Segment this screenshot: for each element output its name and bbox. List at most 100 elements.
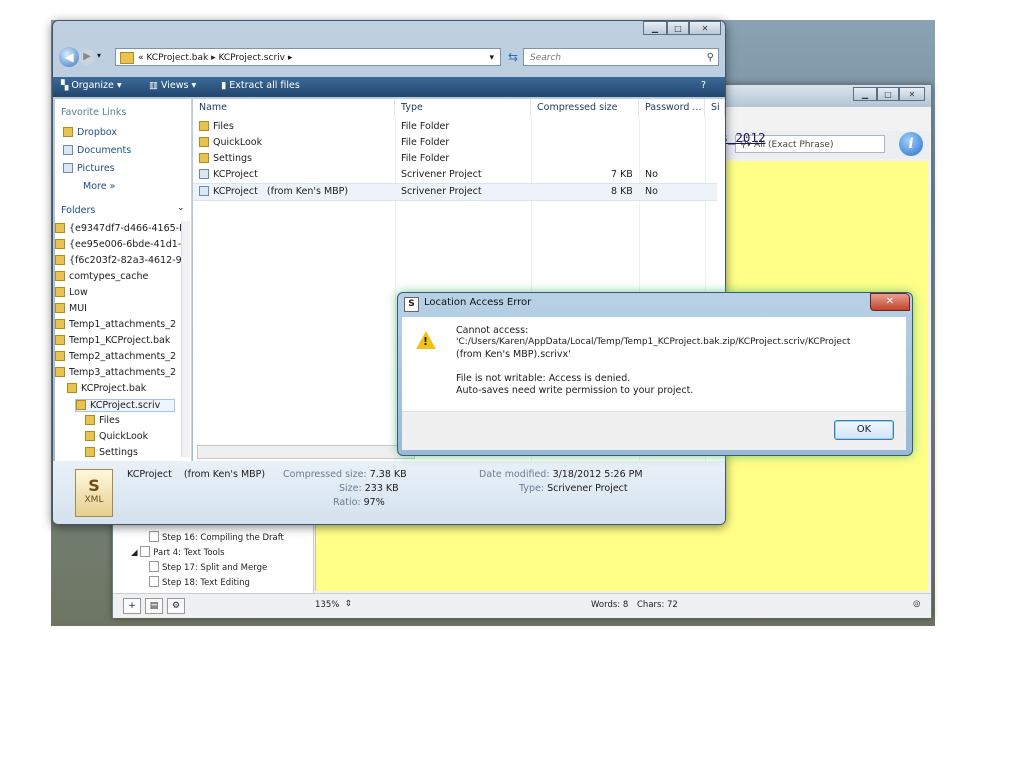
error-hint: Auto-saves need write permission to your…: [456, 385, 694, 396]
tree-item[interactable]: Temp3_attachments_2: [55, 367, 181, 378]
details-pane: S XML KCProject (from Ken's MBP) Compres…: [53, 461, 725, 524]
binder-item[interactable]: ◢ Part 4: Text Tools: [131, 546, 225, 558]
scrivener-status-bar: + ▤ ⚙ 135% ⇕ Words: 8 Chars: 72 ◎: [113, 593, 931, 618]
tree-item[interactable]: {f6c203f2-82a3-4612-9: [55, 255, 181, 266]
chevron-down-icon[interactable]: ⌄: [177, 203, 185, 213]
scrivener-app-icon: S: [404, 297, 419, 312]
folder-icon: [199, 137, 209, 147]
forward-button[interactable]: ▶: [79, 49, 95, 65]
tree-item[interactable]: Temp1_KCProject.bak: [55, 335, 181, 346]
error-reason: File is not writable: Access is denied.: [456, 373, 631, 384]
location-access-error-dialog: S Location Access Error ✕ ! Cannot acces…: [397, 292, 913, 456]
word-count: Words: 8: [591, 600, 629, 610]
file-row[interactable]: Settings File Folder: [193, 151, 717, 167]
date-modified-value: 3/18/2012 5:26 PM: [552, 469, 643, 480]
tree-item[interactable]: QuickLook: [85, 431, 181, 442]
document-icon: [149, 531, 159, 542]
tree-item[interactable]: {ee95e006-6bde-41d1-: [55, 239, 181, 250]
close-button[interactable]: ✕: [870, 293, 910, 311]
file-row[interactable]: QuickLook File Folder: [193, 135, 717, 151]
add-folder-icon[interactable]: ▤: [145, 598, 163, 614]
error-path-continued: (from Ken's MBP).scrivx': [456, 349, 571, 360]
close-button[interactable]: ✕: [689, 21, 721, 35]
help-icon[interactable]: ?: [701, 80, 706, 91]
binder-item[interactable]: Step 17: Split and Merge: [149, 561, 267, 573]
address-dropdown-icon[interactable]: ▾: [489, 49, 494, 67]
inspector-info-icon[interactable]: i: [899, 132, 923, 156]
search-icon: ⚲: [706, 52, 714, 63]
tree-item[interactable]: Temp1_attachments_2: [55, 319, 181, 330]
scrivener-xml-file-icon: S XML: [75, 469, 113, 517]
back-button[interactable]: ◀: [59, 47, 79, 67]
target-icon[interactable]: ◎: [913, 599, 920, 609]
extract-all-button[interactable]: ▮ Extract all files: [221, 80, 300, 91]
tree-item-selected[interactable]: KCProject.scriv: [75, 399, 175, 412]
breadcrumb-separator-icon: ▸: [287, 53, 293, 63]
binder-item[interactable]: Step 16: Compiling the Draft: [149, 531, 284, 543]
document-icon: [149, 561, 159, 572]
compressed-size-value: 7.38 KB: [369, 469, 407, 480]
tree-item[interactable]: MUI: [55, 303, 181, 314]
file-row-selected[interactable]: KCProject (from Ken's MBP) Scrivener Pro…: [193, 183, 717, 201]
folder-icon: [199, 121, 209, 131]
selected-file-name: KCProject (from Ken's MBP): [127, 469, 266, 480]
gear-icon[interactable]: ⚙: [167, 598, 185, 614]
zoom-level[interactable]: 135%: [315, 600, 339, 610]
folder-tree-scrollbar[interactable]: [181, 221, 190, 457]
zoom-stepper-icon[interactable]: ⇕: [345, 599, 352, 609]
file-list-horizontal-scrollbar[interactable]: [197, 445, 415, 459]
tree-item[interactable]: Files: [85, 415, 181, 426]
dialog-body: ! Cannot access: 'C:/Users/Karen/AppData…: [402, 317, 906, 411]
favorite-links-header: Favorite Links: [61, 107, 127, 118]
history-dropdown-icon[interactable]: ▾: [97, 51, 101, 60]
tree-item[interactable]: Low: [55, 287, 181, 298]
dialog-title: Location Access Error: [424, 297, 532, 308]
add-document-icon[interactable]: +: [123, 598, 141, 614]
tree-item[interactable]: {e9347df7-d466-4165-I: [55, 223, 181, 234]
minimize-button[interactable]: ▁: [853, 87, 877, 101]
favorite-link-pictures[interactable]: Pictures: [63, 163, 115, 174]
minimize-button[interactable]: ▁: [643, 21, 667, 35]
ok-button[interactable]: OK: [834, 420, 894, 440]
ratio-value: 97%: [363, 497, 385, 508]
file-row[interactable]: Files File Folder: [193, 119, 717, 135]
favorite-link-dropbox[interactable]: Dropbox: [63, 127, 117, 138]
favorite-link-documents[interactable]: Documents: [63, 145, 131, 156]
binder-item[interactable]: Step 18: Text Editing: [149, 576, 250, 588]
column-header-name[interactable]: Name: [193, 99, 395, 117]
search-input[interactable]: Search ⚲: [523, 48, 719, 66]
address-bar[interactable]: « KCProject.bak ▸ KCProject.scriv ▸ ▾: [115, 48, 501, 66]
maximize-button[interactable]: □: [877, 87, 899, 101]
file-row[interactable]: KCProject Scrivener Project 7 KB No: [193, 167, 717, 183]
tree-item[interactable]: Settings: [85, 447, 181, 458]
tree-item[interactable]: KCProject.bak: [67, 383, 181, 394]
pictures-icon: [63, 163, 73, 173]
documents-icon: [63, 145, 73, 155]
column-header-type[interactable]: Type: [395, 99, 531, 117]
refresh-icon[interactable]: ⇆: [503, 48, 523, 66]
tree-item[interactable]: Temp2_attachments_2: [55, 351, 181, 362]
maximize-button[interactable]: □: [667, 21, 689, 35]
column-header-password[interactable]: Password ...: [639, 99, 705, 117]
views-button[interactable]: ▥ Views ▾: [149, 80, 196, 91]
tree-item[interactable]: comtypes_cache: [55, 271, 181, 282]
size-value: 233 KB: [364, 483, 399, 494]
error-path: 'C:/Users/Karen/AppData/Local/Temp/Temp1…: [456, 337, 851, 347]
column-header-compressed-size[interactable]: Compressed size: [531, 99, 639, 117]
breadcrumb-item[interactable]: KCProject.bak: [146, 53, 208, 63]
folder-icon: [63, 127, 73, 137]
breadcrumb-item[interactable]: KCProject.scriv: [218, 53, 285, 63]
more-links-link[interactable]: More »: [83, 181, 115, 192]
organize-button[interactable]: ▚ Organize ▾: [61, 80, 122, 91]
command-bar: ▚ Organize ▾ ▥ Views ▾ ▮ Extract all fil…: [53, 77, 725, 97]
folder-icon: [140, 546, 151, 557]
dialog-footer: OK: [402, 411, 906, 450]
folders-header[interactable]: Folders: [61, 205, 95, 216]
file-type-value: Scrivener Project: [547, 483, 628, 494]
error-line: Cannot access:: [456, 325, 529, 336]
column-header-size[interactable]: Si: [705, 99, 725, 117]
folder-icon: [120, 52, 134, 64]
close-button[interactable]: ✕: [899, 87, 925, 101]
char-count: Chars: 72: [637, 600, 678, 610]
address-row: ◀ ▶ ▾ « KCProject.bak ▸ KCProject.scriv …: [57, 45, 721, 69]
